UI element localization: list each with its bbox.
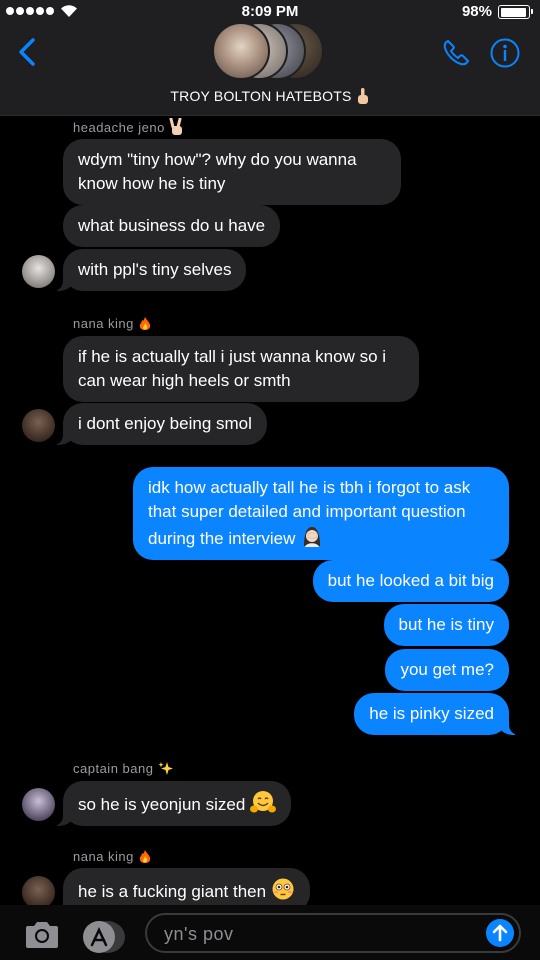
sender-name: nana king [73,849,152,865]
message-bubble-incoming[interactable]: i dont enjoy being smol [51,403,267,445]
woman-facepalming-emoji [304,527,321,547]
fire-emoji [139,850,151,863]
finger-pointing-up-emoji [357,88,368,104]
message-text: but he is tiny [398,615,494,634]
fire-emoji [139,317,151,330]
group-avatar [212,22,270,80]
message-bubble-incoming[interactable]: so he is yeonjun sized [50,781,292,826]
status-time: 8:09 PM [241,3,299,20]
flushed-face-emoji [272,878,294,900]
battery-percent: 98% [461,3,492,20]
message-input[interactable]: yn's pov [145,913,521,953]
message-text: can wear high heels or smth [78,371,291,390]
message-text: what business do u have [78,216,266,235]
message-bubble-outgoing[interactable]: you get me? [385,649,509,691]
conversation-header: 8:09 PM 98% TROY BOLTON HATEBOTS [0,0,540,116]
message-text: know how he is tiny [78,174,226,193]
phone-icon[interactable] [441,38,471,68]
message-bubble-incoming[interactable]: with ppl's tiny selves [50,249,247,291]
message-bubble-incoming[interactable]: wdym "tiny how"? why do you wanna know h… [63,139,401,205]
send-arrow-icon[interactable] [486,919,514,947]
sender-name: nana king [73,316,152,332]
victory-hand-emoji [169,118,182,135]
message-bubble-outgoing[interactable]: idk how actually tall he is tbh i forgot… [133,467,509,560]
avatar[interactable] [22,788,55,821]
info-icon[interactable] [489,37,521,69]
message-text: with ppl's tiny selves [78,260,232,279]
message-input-bar: yn's pov [0,905,540,960]
back-chevron-icon[interactable] [16,38,38,66]
sparkles-emoji [158,762,173,775]
battery-icon [498,5,533,19]
message-text: wdym "tiny how"? why do you wanna [78,150,357,169]
sender-name: headache jeno [73,118,185,136]
camera-icon[interactable] [24,920,60,950]
app-store-icon[interactable] [81,919,125,955]
group-avatars[interactable] [212,22,324,80]
message-text: during the interview [148,529,296,548]
message-text: i dont enjoy being smol [78,414,252,433]
message-text: that super detailed and important questi… [148,502,466,521]
message-input-text: yn's pov [164,924,234,944]
message-bubble-outgoing[interactable]: but he is tiny [383,604,509,646]
message-bubble-incoming[interactable]: if he is actually tall i just wanna know… [63,336,419,402]
hugging-face-emoji [250,791,277,813]
message-text: he is a fucking giant then [78,882,267,901]
avatar[interactable] [22,255,55,288]
message-bubble-outgoing[interactable]: he is pinky sized [354,693,521,735]
message-bubble-incoming[interactable]: what business do u have [63,205,281,247]
message-bubble-outgoing[interactable]: but he looked a bit big [312,560,509,602]
sender-name: captain bang [73,761,174,777]
status-bar: 8:09 PM 98% [0,0,540,24]
message-text: he is pinky sized [369,704,494,723]
message-text: idk how actually tall he is tbh i forgot… [148,478,471,497]
message-text: you get me? [400,660,494,679]
message-text: so he is yeonjun sized [78,795,246,814]
message-text: but he looked a bit big [327,571,494,590]
group-name[interactable]: TROY BOLTON HATEBOTS [0,87,540,105]
group-name-text: TROY BOLTON HATEBOTS [170,88,352,104]
avatar[interactable] [22,409,55,442]
message-text: if he is actually tall i just wanna know… [78,347,387,366]
